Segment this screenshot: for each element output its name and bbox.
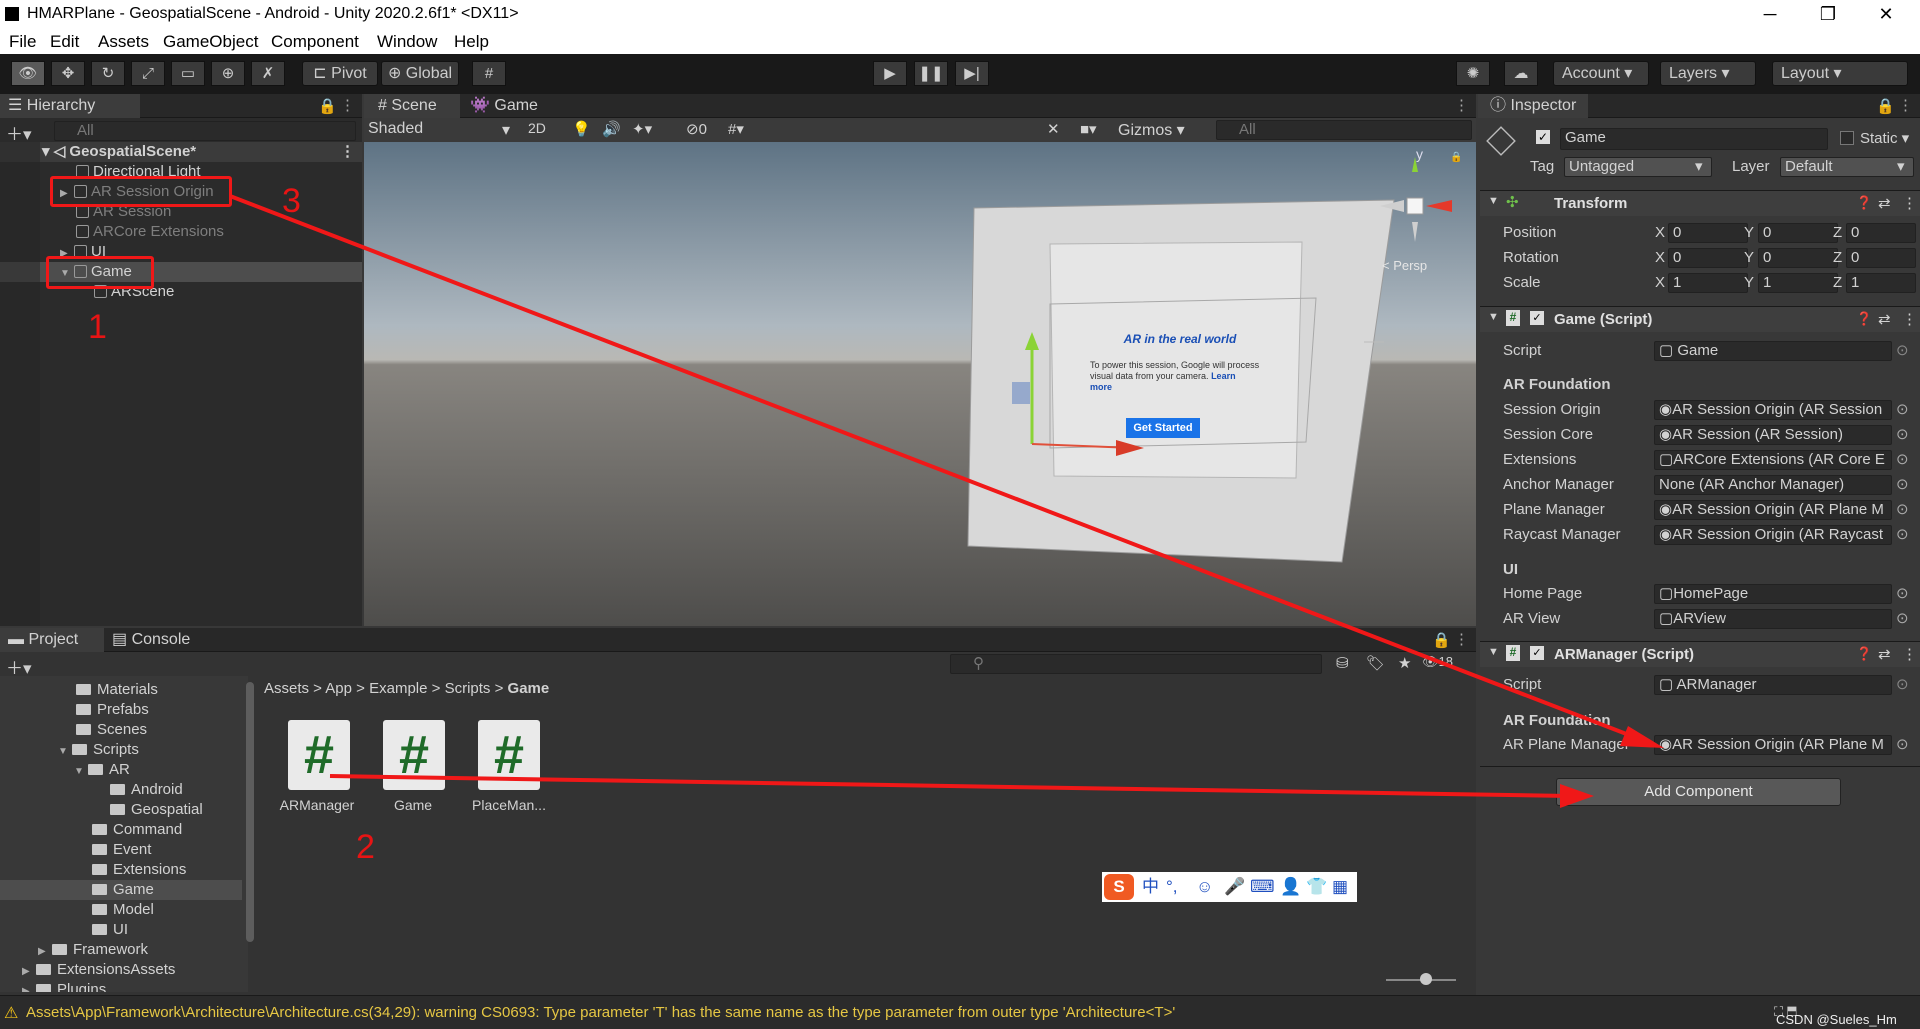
annotation-arrows: [229, 194, 1664, 808]
status-bar: ⚠ Assets\App\Framework\Architecture\Arch…: [0, 995, 1920, 1029]
arrow-head-2-icon: [1560, 784, 1594, 808]
status-message[interactable]: Assets\App\Framework\Architecture\Archit…: [26, 1004, 1175, 1021]
arrow-line-3: [229, 194, 1643, 742]
warning-icon: ⚠: [4, 1005, 19, 1022]
csdn-watermark: CSDN @Sueles_Hm: [1776, 1012, 1897, 1027]
arrow-line-2: [329, 774, 1571, 798]
arrow-head-3-icon: [1620, 726, 1664, 748]
